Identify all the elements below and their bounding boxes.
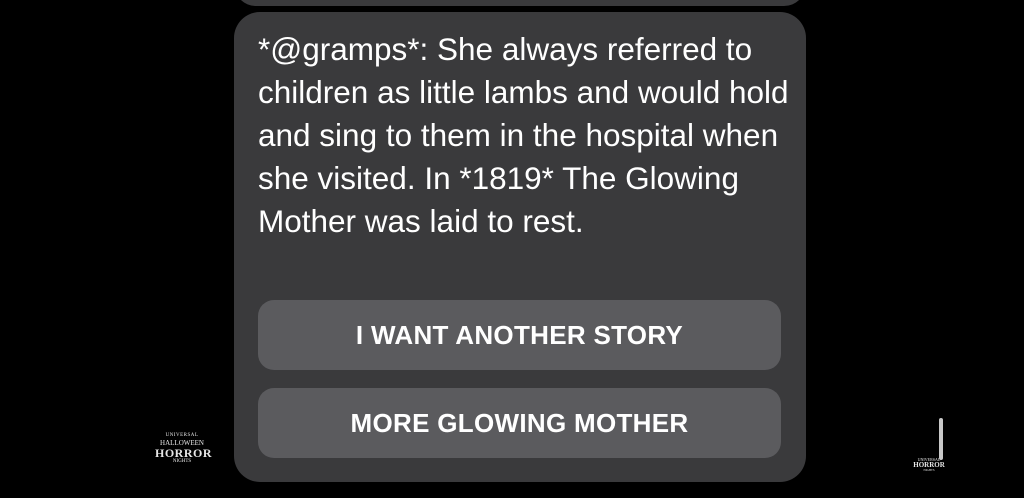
- quick-reply-more-glowing-mother-button[interactable]: MORE GLOWING MOTHER: [258, 388, 781, 458]
- scroll-indicator: [939, 418, 943, 460]
- quick-reply-another-story-button[interactable]: I WANT ANOTHER STORY: [258, 300, 781, 370]
- previous-message-bubble: [234, 0, 806, 6]
- halloween-horror-nights-logo: UNIVERSAL HALLOWEEN HORROR NIGHTS: [155, 433, 212, 464]
- message-text: *@gramps*: She always referred to childr…: [258, 31, 789, 239]
- halloween-horror-nights-logo-small: UNIVERSAL HORROR NIGHTS: [913, 457, 945, 472]
- bot-message-bubble: *@gramps*: She always referred to childr…: [234, 12, 806, 482]
